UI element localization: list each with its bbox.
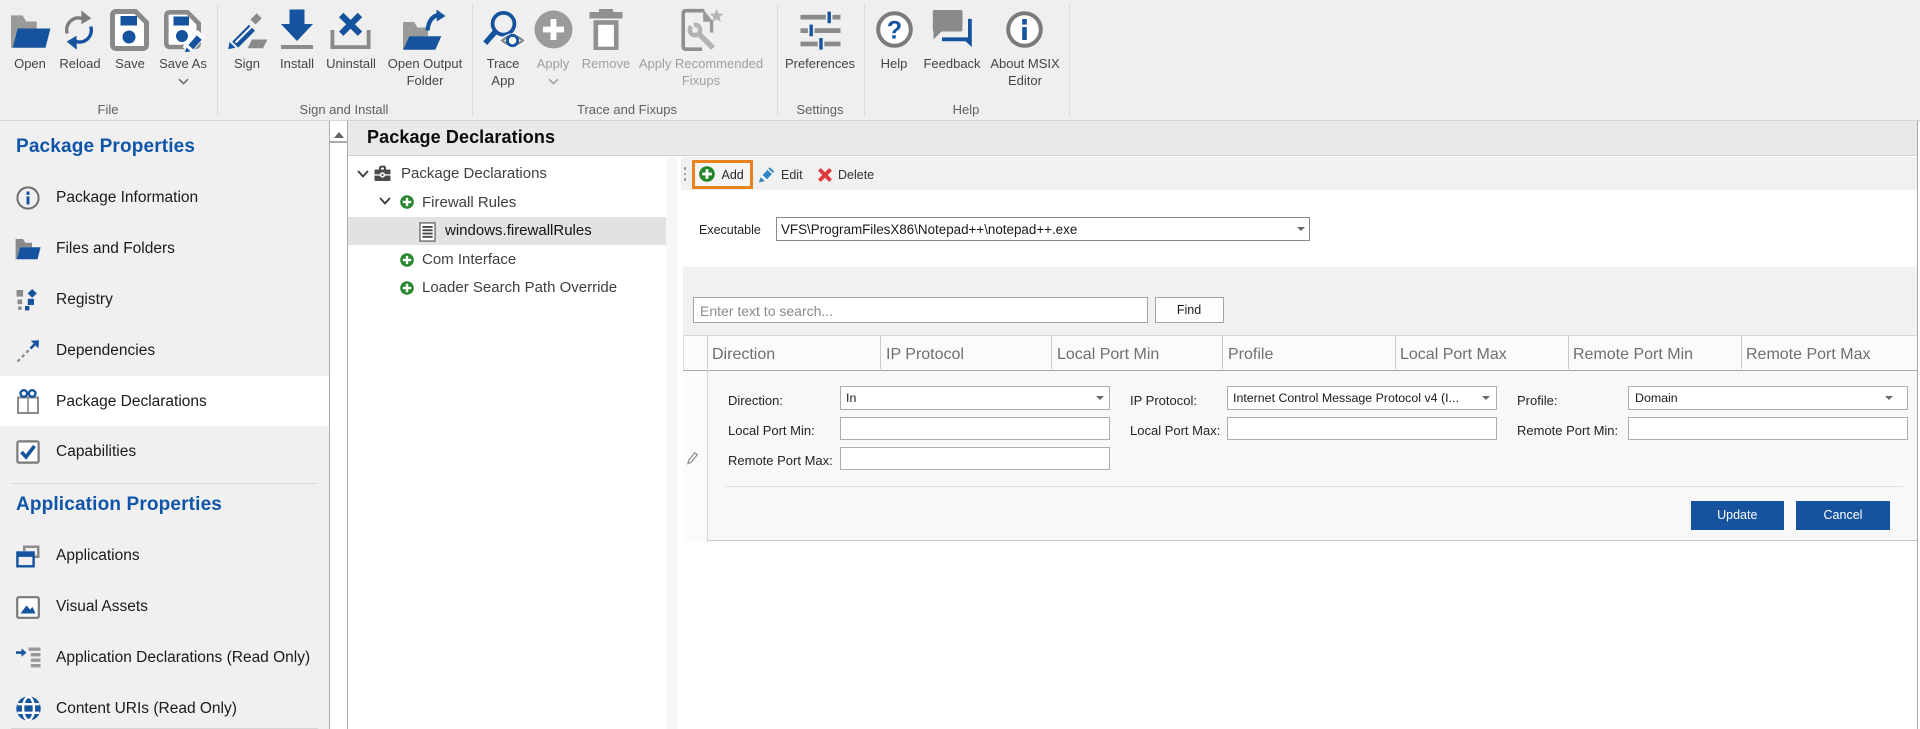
svg-text:?: ? (886, 17, 901, 45)
